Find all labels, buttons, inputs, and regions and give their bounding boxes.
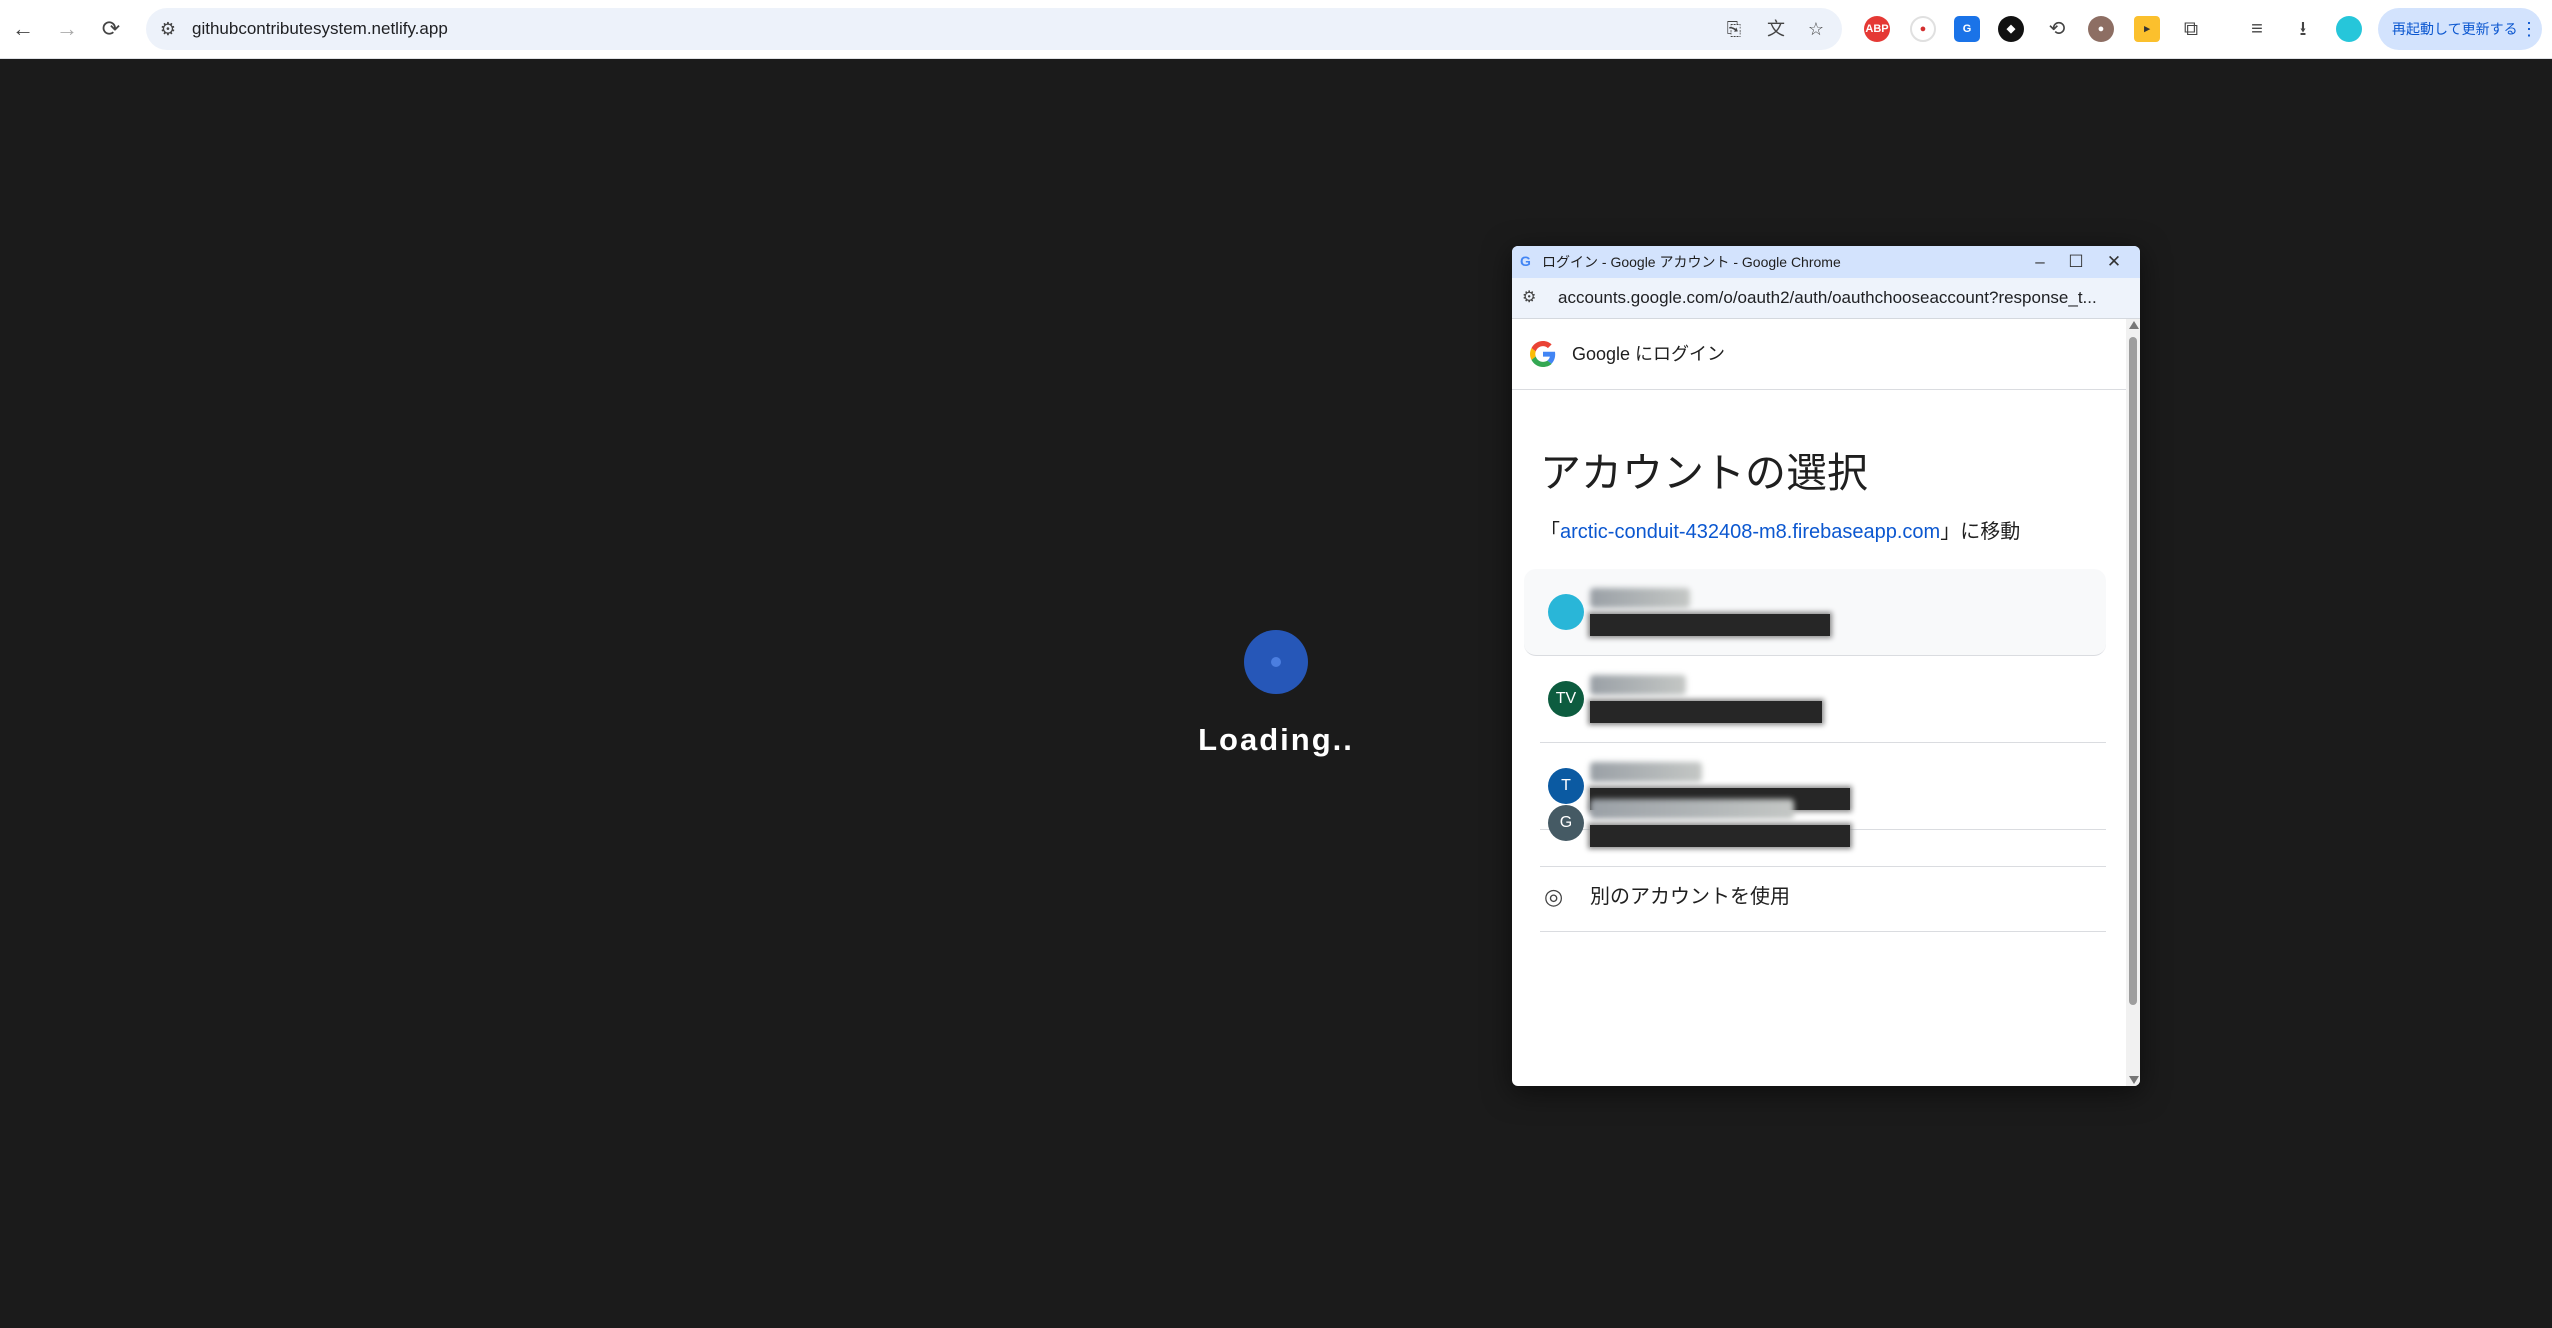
relaunch-update-button[interactable]: 再起動して更新する ⋮ xyxy=(2378,8,2542,50)
profile-avatar-icon[interactable] xyxy=(2336,16,2362,42)
address-url[interactable]: githubcontributesystem.netlify.app xyxy=(192,8,448,50)
back-icon[interactable]: ← xyxy=(8,14,38,44)
loading-text: Loading.. xyxy=(1198,722,1354,757)
subtitle-suffix: 」に移動 xyxy=(1940,521,2021,543)
redacted-email xyxy=(1590,614,1830,636)
popup-content: Google にログイン アカウントの選択 「arctic-conduit-43… xyxy=(1512,319,2126,1086)
app-domain-link[interactable]: arctic-conduit-432408-m8.firebaseapp.com xyxy=(1560,521,1940,543)
forward-icon[interactable]: → xyxy=(52,14,82,44)
choose-account-heading: アカウントの選択 xyxy=(1540,450,1868,496)
site-info-icon[interactable]: ⚙ xyxy=(1522,286,1546,310)
popup-window-title: ログイン - Google アカウント - Google Chrome xyxy=(1542,254,1841,270)
profile-extension-icon[interactable]: ● xyxy=(2088,16,2114,42)
terminal-extension-icon[interactable]: ▸ xyxy=(2134,16,2160,42)
address-bar[interactable]: ⚙ githubcontributesystem.netlify.app ⎘ 文… xyxy=(146,8,1842,50)
popup-url: accounts.google.com/o/oauth2/auth/oauthc… xyxy=(1558,288,2097,307)
close-icon[interactable]: ✕ xyxy=(2094,246,2134,278)
redacted-email xyxy=(1590,701,1822,723)
signin-header-text: Google にログイン xyxy=(1572,344,1726,364)
google-signin-popup: G ログイン - Google アカウント - Google Chrome – … xyxy=(1512,246,2140,1086)
account-circle-icon: ◎ xyxy=(1544,884,1564,909)
scroll-down-icon[interactable] xyxy=(2129,1076,2139,1084)
translate-icon[interactable]: 文 xyxy=(1764,17,1788,41)
reload-icon[interactable]: ⟳ xyxy=(96,14,126,44)
site-info-icon[interactable]: ⚙ xyxy=(156,17,180,41)
extensions-puzzle-icon[interactable]: ⧉ xyxy=(2178,16,2204,42)
account-item[interactable]: TV xyxy=(1540,656,2106,743)
blurred-account-name xyxy=(1590,762,1702,782)
blurred-account-name xyxy=(1590,799,1794,819)
blurred-account-name xyxy=(1590,675,1686,695)
translate-extension-icon[interactable]: G xyxy=(1954,16,1980,42)
spinner-dot xyxy=(1271,657,1281,667)
loading-spinner xyxy=(1244,630,1308,694)
install-app-icon[interactable]: ⎘ xyxy=(1722,17,1746,41)
media-controls-icon[interactable]: ≡ xyxy=(2244,16,2270,42)
minimize-icon[interactable]: – xyxy=(2020,246,2060,278)
maximize-icon[interactable]: ☐ xyxy=(2056,246,2096,278)
bookmark-star-icon[interactable]: ☆ xyxy=(1804,17,1828,41)
avatar: G xyxy=(1548,805,1584,841)
use-another-account-label: 別のアカウントを使用 xyxy=(1590,886,1790,908)
adblock-icon[interactable]: ABP xyxy=(1864,16,1890,42)
use-another-account-button[interactable]: ◎ 別のアカウントを使用 xyxy=(1540,867,2106,932)
shield-extension-icon[interactable]: ◆ xyxy=(1998,16,2024,42)
popup-titlebar: G ログイン - Google アカウント - Google Chrome – … xyxy=(1512,246,2140,278)
record-extension-icon[interactable]: ● xyxy=(1910,16,1936,42)
avatar: TV xyxy=(1548,681,1584,717)
menu-kebab-icon[interactable]: ⋮ xyxy=(2520,8,2538,50)
subtitle-prefix: 「 xyxy=(1540,521,1560,543)
continue-to-text: 「arctic-conduit-432408-m8.firebaseapp.co… xyxy=(1540,515,2020,544)
blurred-account-name xyxy=(1590,588,1690,608)
popup-scrollbar[interactable] xyxy=(2126,319,2140,1086)
google-header: Google にログイン xyxy=(1512,319,2126,390)
scroll-up-icon[interactable] xyxy=(2129,321,2139,329)
browser-toolbar: ← → ⟳ ⚙ githubcontributesystem.netlify.a… xyxy=(0,0,2552,59)
avatar xyxy=(1548,594,1584,630)
google-favicon-icon: G xyxy=(1520,253,1531,269)
redacted-email xyxy=(1590,825,1850,847)
popup-address-bar: ⚙ accounts.google.com/o/oauth2/auth/oaut… xyxy=(1512,278,2140,319)
account-item[interactable]: G xyxy=(1540,780,2106,867)
account-item[interactable] xyxy=(1524,569,2106,656)
sync-extension-icon[interactable]: ⟲ xyxy=(2044,16,2070,42)
google-logo-icon xyxy=(1530,341,1556,367)
downloads-icon[interactable]: ⭳ xyxy=(2290,16,2316,42)
relaunch-label: 再起動して更新する xyxy=(2392,21,2518,37)
scrollbar-thumb[interactable] xyxy=(2129,337,2137,1005)
